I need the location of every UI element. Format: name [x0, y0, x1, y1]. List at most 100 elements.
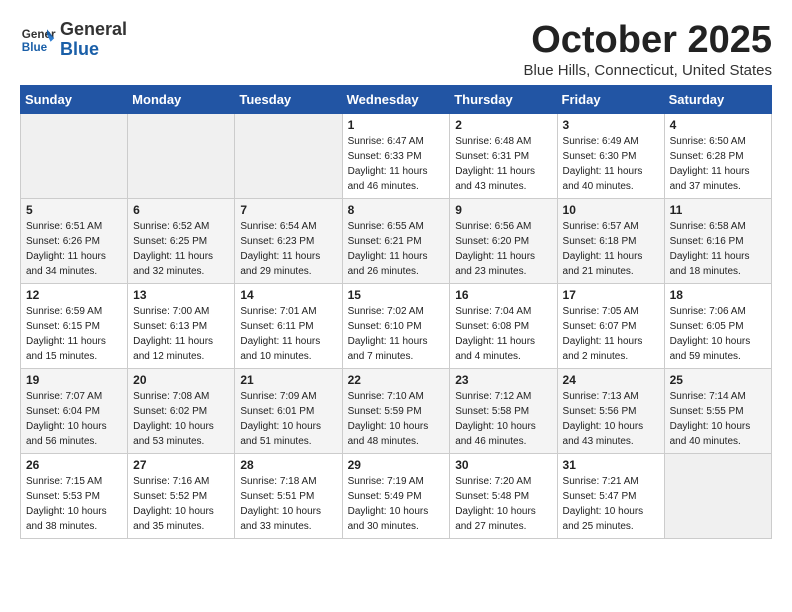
calendar-cell: 26 Sunrise: 7:15 AMSunset: 5:53 PMDayligh…	[21, 453, 128, 538]
day-number: 12	[26, 288, 122, 302]
header-row: Sunday Monday Tuesday Wednesday Thursday…	[21, 85, 772, 113]
logo: General Blue General Blue	[20, 20, 127, 60]
calendar-header: Sunday Monday Tuesday Wednesday Thursday…	[21, 85, 772, 113]
day-info: Sunrise: 6:49 AMSunset: 6:30 PMDaylight:…	[563, 134, 659, 194]
calendar-week-3: 12 Sunrise: 6:59 AMSunset: 6:15 PMDayligh…	[21, 283, 772, 368]
calendar-body: 1Sunrise: 6:47 AMSunset: 6:33 PMDaylight…	[21, 113, 772, 538]
day-info: Sunrise: 7:06 AMSunset: 6:05 PMDaylight:…	[670, 304, 766, 364]
day-info: Sunrise: 6:54 AMSunset: 6:23 PMDaylight:…	[240, 219, 336, 279]
day-number: 8	[348, 203, 445, 217]
calendar-cell: 23 Sunrise: 7:12 AMSunset: 5:58 PMDayligh…	[450, 368, 557, 453]
day-info: Sunrise: 7:04 AMSunset: 6:08 PMDaylight:…	[455, 304, 551, 364]
day-info: Sunrise: 7:12 AMSunset: 5:58 PMDaylight:…	[455, 389, 551, 449]
day-number: 24	[563, 373, 659, 387]
day-info: Sunrise: 7:01 AMSunset: 6:11 PMDaylight:…	[240, 304, 336, 364]
day-number: 10	[563, 203, 659, 217]
day-number: 9	[455, 203, 551, 217]
day-info: Sunrise: 6:55 AMSunset: 6:21 PMDaylight:…	[348, 219, 445, 279]
day-info: Sunrise: 7:07 AMSunset: 6:04 PMDaylight:…	[26, 389, 122, 449]
calendar-cell	[21, 113, 128, 198]
calendar-cell: 17Sunrise: 7:05 AMSunset: 6:07 PMDayligh…	[557, 283, 664, 368]
calendar-week-5: 26 Sunrise: 7:15 AMSunset: 5:53 PMDayligh…	[21, 453, 772, 538]
calendar-cell: 7Sunrise: 6:54 AMSunset: 6:23 PMDaylight…	[235, 198, 342, 283]
day-info: Sunrise: 7:15 AMSunset: 5:53 PMDaylight:…	[26, 474, 122, 534]
day-number: 13	[133, 288, 229, 302]
calendar-cell: 1Sunrise: 6:47 AMSunset: 6:33 PMDaylight…	[342, 113, 450, 198]
day-number: 2	[455, 118, 551, 132]
day-number: 28	[240, 458, 336, 472]
calendar-container: General Blue General Blue October 2025 B…	[0, 0, 792, 549]
calendar-cell: 13 Sunrise: 7:00 AMSunset: 6:13 PMDayligh…	[128, 283, 235, 368]
day-info: Sunrise: 6:52 AMSunset: 6:25 PMDaylight:…	[133, 219, 229, 279]
day-number: 19	[26, 373, 122, 387]
day-number: 30	[455, 458, 551, 472]
col-tuesday: Tuesday	[235, 85, 342, 113]
day-number: 23	[455, 373, 551, 387]
day-info: Sunrise: 7:20 AMSunset: 5:48 PMDaylight:…	[455, 474, 551, 534]
day-number: 25	[670, 373, 766, 387]
day-number: 26	[26, 458, 122, 472]
calendar-cell: 10 Sunrise: 6:57 AMSunset: 6:18 PMDayligh…	[557, 198, 664, 283]
calendar-cell	[664, 453, 771, 538]
day-number: 4	[670, 118, 766, 132]
day-number: 15	[348, 288, 445, 302]
day-info: Sunrise: 7:21 AMSunset: 5:47 PMDaylight:…	[563, 474, 659, 534]
logo-blue: Blue	[60, 39, 99, 59]
day-info: Sunrise: 7:05 AMSunset: 6:07 PMDaylight:…	[563, 304, 659, 364]
day-info: Sunrise: 7:16 AMSunset: 5:52 PMDaylight:…	[133, 474, 229, 534]
calendar-cell: 19 Sunrise: 7:07 AMSunset: 6:04 PMDayligh…	[21, 368, 128, 453]
col-thursday: Thursday	[450, 85, 557, 113]
day-info: Sunrise: 7:02 AMSunset: 6:10 PMDaylight:…	[348, 304, 445, 364]
col-sunday: Sunday	[21, 85, 128, 113]
col-monday: Monday	[128, 85, 235, 113]
day-number: 22	[348, 373, 445, 387]
calendar-cell: 9 Sunrise: 6:56 AMSunset: 6:20 PMDaylight…	[450, 198, 557, 283]
day-number: 16	[455, 288, 551, 302]
day-number: 11	[670, 203, 766, 217]
calendar-cell: 16 Sunrise: 7:04 AMSunset: 6:08 PMDayligh…	[450, 283, 557, 368]
day-info: Sunrise: 7:09 AMSunset: 6:01 PMDaylight:…	[240, 389, 336, 449]
day-info: Sunrise: 7:18 AMSunset: 5:51 PMDaylight:…	[240, 474, 336, 534]
calendar-cell: 5 Sunrise: 6:51 AMSunset: 6:26 PMDaylight…	[21, 198, 128, 283]
day-info: Sunrise: 6:56 AMSunset: 6:20 PMDaylight:…	[455, 219, 551, 279]
day-info: Sunrise: 7:10 AMSunset: 5:59 PMDaylight:…	[348, 389, 445, 449]
day-info: Sunrise: 6:50 AMSunset: 6:28 PMDaylight:…	[670, 134, 766, 194]
calendar-cell	[235, 113, 342, 198]
calendar-cell: 2 Sunrise: 6:48 AMSunset: 6:31 PMDaylight…	[450, 113, 557, 198]
calendar-cell: 20Sunrise: 7:08 AMSunset: 6:02 PMDayligh…	[128, 368, 235, 453]
day-info: Sunrise: 6:51 AMSunset: 6:26 PMDaylight:…	[26, 219, 122, 279]
calendar-cell: 22 Sunrise: 7:10 AMSunset: 5:59 PMDayligh…	[342, 368, 450, 453]
header: General Blue General Blue October 2025 B…	[20, 20, 772, 79]
day-number: 5	[26, 203, 122, 217]
day-number: 29	[348, 458, 445, 472]
day-info: Sunrise: 6:47 AMSunset: 6:33 PMDaylight:…	[348, 134, 445, 194]
day-info: Sunrise: 7:19 AMSunset: 5:49 PMDaylight:…	[348, 474, 445, 534]
calendar-cell: 12 Sunrise: 6:59 AMSunset: 6:15 PMDayligh…	[21, 283, 128, 368]
day-number: 20	[133, 373, 229, 387]
calendar-cell: 25Sunrise: 7:14 AMSunset: 5:55 PMDayligh…	[664, 368, 771, 453]
day-number: 27	[133, 458, 229, 472]
calendar-cell: 4 Sunrise: 6:50 AMSunset: 6:28 PMDaylight…	[664, 113, 771, 198]
calendar-cell: 18Sunrise: 7:06 AMSunset: 6:05 PMDayligh…	[664, 283, 771, 368]
col-saturday: Saturday	[664, 85, 771, 113]
day-info: Sunrise: 6:59 AMSunset: 6:15 PMDaylight:…	[26, 304, 122, 364]
calendar-cell: 3Sunrise: 6:49 AMSunset: 6:30 PMDaylight…	[557, 113, 664, 198]
day-number: 14	[240, 288, 336, 302]
svg-text:Blue: Blue	[22, 41, 48, 54]
title-block: October 2025 Blue Hills, Connecticut, Un…	[524, 20, 772, 79]
month-title: October 2025	[524, 20, 772, 62]
day-info: Sunrise: 7:13 AMSunset: 5:56 PMDaylight:…	[563, 389, 659, 449]
day-number: 31	[563, 458, 659, 472]
location: Blue Hills, Connecticut, United States	[524, 62, 772, 79]
calendar-week-2: 5 Sunrise: 6:51 AMSunset: 6:26 PMDaylight…	[21, 198, 772, 283]
day-number: 6	[133, 203, 229, 217]
calendar-week-4: 19 Sunrise: 7:07 AMSunset: 6:04 PMDayligh…	[21, 368, 772, 453]
calendar-cell: 11Sunrise: 6:58 AMSunset: 6:16 PMDayligh…	[664, 198, 771, 283]
calendar-cell: 28 Sunrise: 7:18 AMSunset: 5:51 PMDayligh…	[235, 453, 342, 538]
day-info: Sunrise: 7:00 AMSunset: 6:13 PMDaylight:…	[133, 304, 229, 364]
day-info: Sunrise: 6:57 AMSunset: 6:18 PMDaylight:…	[563, 219, 659, 279]
calendar-cell: 6 Sunrise: 6:52 AMSunset: 6:25 PMDaylight…	[128, 198, 235, 283]
col-wednesday: Wednesday	[342, 85, 450, 113]
day-info: Sunrise: 6:48 AMSunset: 6:31 PMDaylight:…	[455, 134, 551, 194]
logo-general: General	[60, 19, 127, 39]
